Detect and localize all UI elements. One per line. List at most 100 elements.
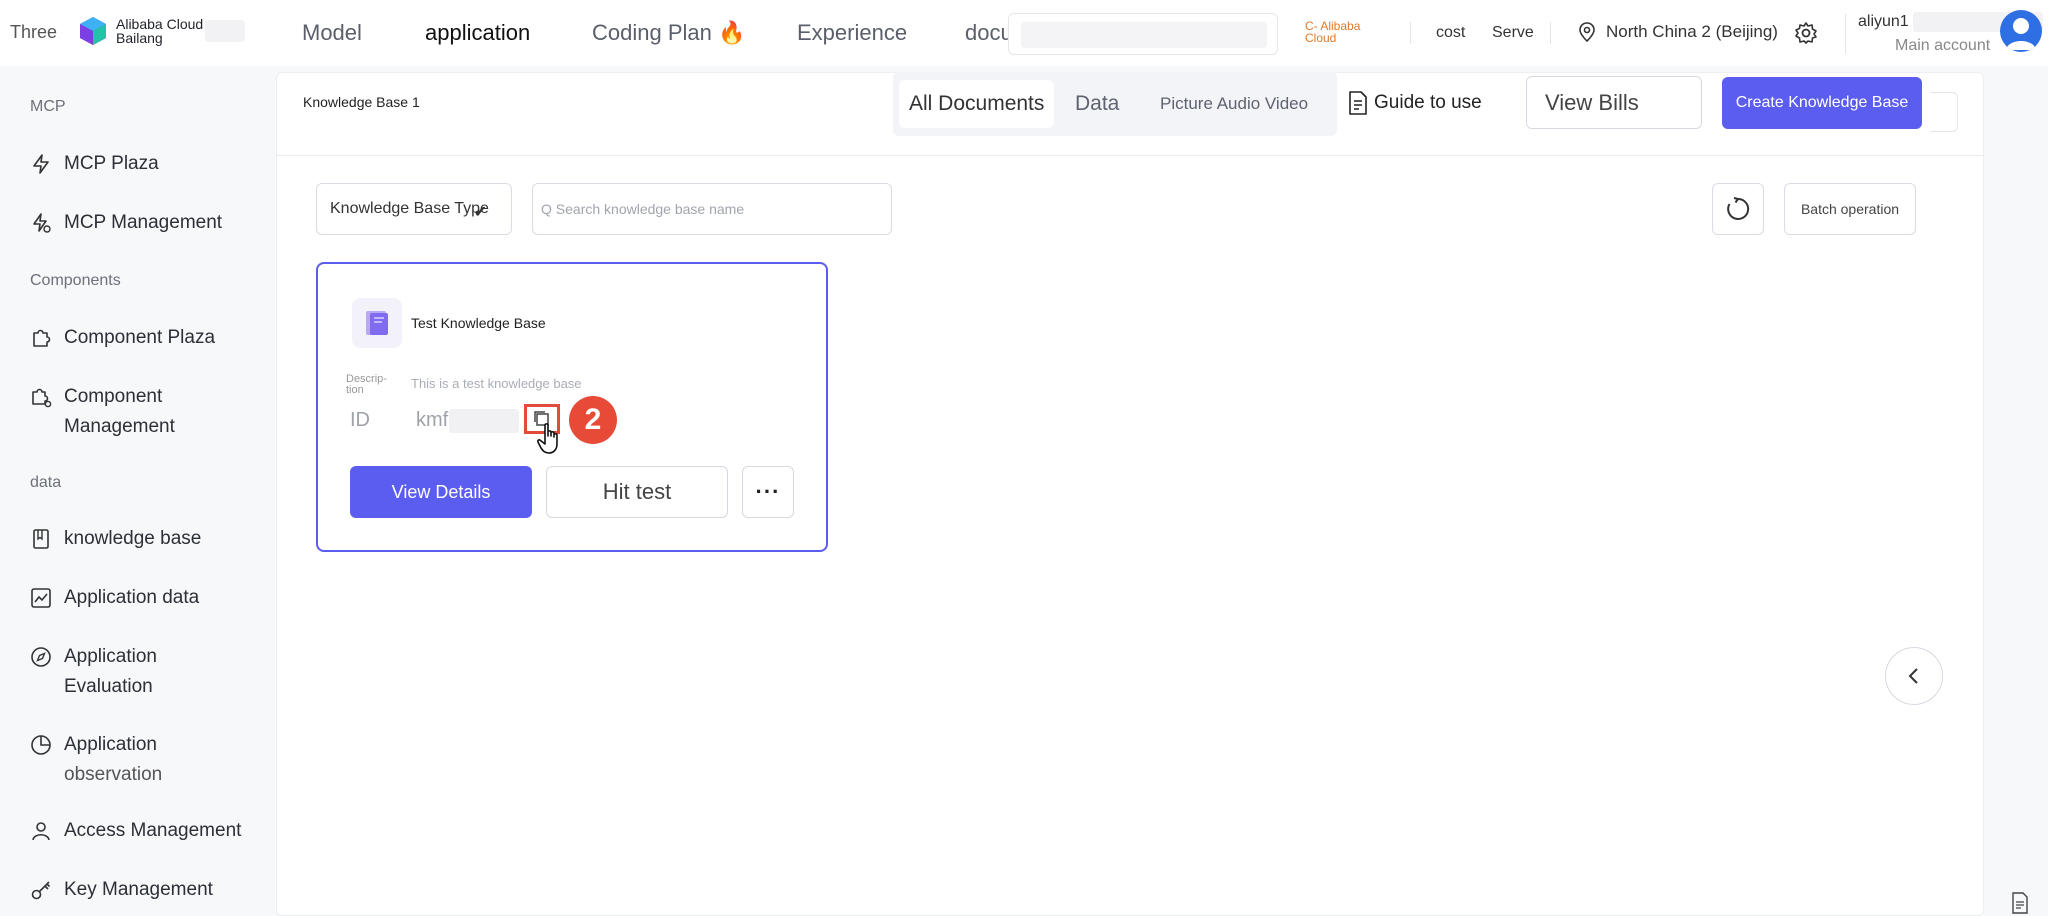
nav-documentation[interactable]: docu bbox=[965, 20, 1013, 46]
guide-to-use-link[interactable]: Guide to use bbox=[1346, 90, 1482, 116]
c-alibaba-cloud-link[interactable]: C- Alibaba Cloud bbox=[1305, 20, 1385, 44]
chevron-down-icon: ✔ bbox=[473, 204, 487, 221]
id-value: kmf bbox=[416, 409, 449, 431]
tab-data[interactable]: Data bbox=[1075, 92, 1119, 116]
three-menu-label[interactable]: Three bbox=[10, 22, 57, 43]
brand-logo[interactable]: Alibaba Cloud Bailang bbox=[78, 16, 246, 46]
region-selector[interactable]: North China 2 (Beijing) bbox=[1578, 22, 1778, 42]
redacted-area bbox=[449, 409, 519, 433]
user-avatar-icon bbox=[2006, 18, 2036, 50]
gear-icon[interactable] bbox=[1794, 21, 1818, 45]
more-actions-button[interactable]: ··· bbox=[742, 466, 794, 518]
feedback-document-icon[interactable] bbox=[2010, 892, 2030, 914]
knowledge-base-type-select[interactable]: Knowledge Base Type ✔ bbox=[316, 183, 512, 235]
location-pin-icon bbox=[1579, 22, 1595, 42]
sidebar-group-mcp: MCP bbox=[30, 98, 66, 115]
account-name-text: aliyun1 bbox=[1858, 13, 1909, 31]
brand-name-line1: Alibaba Cloud bbox=[116, 16, 204, 32]
nav-experience[interactable]: Experience bbox=[797, 20, 907, 46]
view-bills-button[interactable]: View Bills bbox=[1526, 76, 1702, 129]
account-type-label: Main account bbox=[1895, 37, 1991, 54]
label-line: observation bbox=[64, 764, 163, 785]
knowledge-base-search-input[interactable] bbox=[532, 183, 892, 235]
create-knowledge-base-button[interactable]: Create Knowledge Base bbox=[1722, 77, 1922, 129]
document-icon bbox=[1349, 91, 1367, 115]
sidebar-item-label: Application data bbox=[64, 587, 200, 608]
refresh-icon bbox=[1727, 197, 1750, 220]
brand-name-line2: Bailang bbox=[116, 30, 163, 46]
overflow-button[interactable] bbox=[1930, 92, 1958, 132]
sidebar-group-components: Components bbox=[30, 272, 121, 289]
label-line: Application bbox=[64, 734, 157, 755]
sidebar-item-application-observation[interactable]: Application observation bbox=[30, 730, 162, 790]
label-line: Application bbox=[64, 646, 157, 667]
sidebar-item-application-evaluation[interactable]: Application Evaluation bbox=[30, 642, 157, 702]
divider bbox=[1845, 14, 1846, 54]
description-label: Descrip- tion bbox=[346, 373, 387, 396]
sidebar-item-label: Key Management bbox=[64, 879, 213, 900]
sidebar-item-label: Component Management bbox=[64, 382, 175, 442]
sidebar-item-component-management[interactable]: Component Management bbox=[30, 382, 175, 442]
sidebar-item-label: Application Evaluation bbox=[64, 642, 157, 702]
lightning-icon bbox=[33, 154, 49, 174]
sidebar-item-component-plaza[interactable]: Component Plaza bbox=[30, 323, 215, 353]
avatar[interactable] bbox=[2000, 10, 2042, 52]
search-input[interactable] bbox=[533, 184, 891, 234]
batch-label: Batch operation bbox=[1800, 201, 1900, 217]
view-bills-label: View Bills bbox=[1545, 89, 1639, 115]
header-divider bbox=[276, 155, 1984, 156]
create-label: Create Knowledge Base bbox=[1735, 94, 1909, 111]
bailian-logo-icon bbox=[80, 17, 106, 45]
knowledge-base-card[interactable]: Test Knowledge Base Descrip- tion This i… bbox=[316, 262, 828, 552]
sidebar-item-label: Component Plaza bbox=[64, 327, 216, 348]
top-navigation-bar: Three Alibaba Cloud Bailang Model applic… bbox=[0, 0, 2048, 66]
refresh-button[interactable] bbox=[1712, 183, 1764, 235]
collapse-panel-button[interactable] bbox=[1885, 647, 1943, 705]
label-line: Component bbox=[64, 386, 163, 407]
tab-picture-audio-video[interactable]: Picture Audio Video bbox=[1160, 94, 1308, 114]
divider bbox=[1550, 22, 1551, 44]
nav-coding-plan[interactable]: Coding Plan 🔥 bbox=[592, 20, 745, 46]
hand-cursor-icon bbox=[536, 423, 558, 454]
select-value: Knowledge Base Type bbox=[330, 200, 489, 217]
description-text: This is a test knowledge base bbox=[411, 376, 582, 391]
pie-chart-icon bbox=[31, 735, 51, 755]
user-icon bbox=[32, 822, 50, 841]
global-search-input[interactable] bbox=[1008, 13, 1278, 55]
book-icon bbox=[366, 311, 388, 335]
view-details-label: View Details bbox=[391, 481, 491, 502]
label-line: Evaluation bbox=[64, 676, 153, 697]
sidebar-item-label: knowledge base bbox=[64, 528, 202, 549]
tab-all-documents[interactable]: All Documents bbox=[899, 80, 1055, 128]
cost-link[interactable]: cost bbox=[1436, 24, 1465, 42]
label-line: Management bbox=[64, 416, 175, 437]
document-tabs: All Documents Data Picture Audio Video bbox=[893, 72, 1337, 136]
nav-model[interactable]: Model bbox=[302, 20, 362, 46]
sidebar-group-data: data bbox=[30, 474, 62, 491]
sidebar-item-key-management[interactable]: Key Management bbox=[30, 875, 213, 905]
sidebar-item-mcp-plaza[interactable]: MCP Plaza bbox=[30, 149, 159, 179]
compass-icon bbox=[31, 647, 51, 667]
puzzle-icon bbox=[33, 329, 51, 347]
chevron-left-icon bbox=[1908, 668, 1918, 684]
sidebar-item-mcp-management[interactable]: MCP Management bbox=[30, 208, 222, 238]
step-annotation-badge: 2 bbox=[569, 396, 617, 444]
more-icon: ··· bbox=[755, 479, 781, 504]
sidebar-item-label: Access Management bbox=[64, 820, 242, 841]
puzzle-gear-icon bbox=[32, 388, 52, 408]
divider bbox=[1410, 22, 1411, 44]
view-details-button[interactable]: View Details bbox=[350, 466, 532, 518]
hit-test-button[interactable]: Hit test bbox=[546, 466, 728, 518]
nav-application[interactable]: application bbox=[425, 20, 530, 46]
sidebar-item-application-data[interactable]: Application data bbox=[30, 583, 199, 613]
sidebar-item-access-management[interactable]: Access Management bbox=[30, 816, 241, 846]
knowledge-base-icon bbox=[352, 298, 402, 348]
knowledge-base-name: Test Knowledge Base bbox=[411, 315, 546, 331]
serve-link[interactable]: Serve bbox=[1492, 24, 1534, 42]
batch-operation-button[interactable]: Batch operation bbox=[1784, 183, 1916, 235]
sidebar-item-label: Application observation bbox=[64, 730, 162, 790]
sidebar-item-knowledge-base[interactable]: knowledge base bbox=[30, 524, 201, 554]
page-title: Knowledge Base 1 bbox=[303, 94, 420, 110]
key-icon bbox=[31, 881, 51, 900]
id-label: ID bbox=[350, 409, 370, 431]
